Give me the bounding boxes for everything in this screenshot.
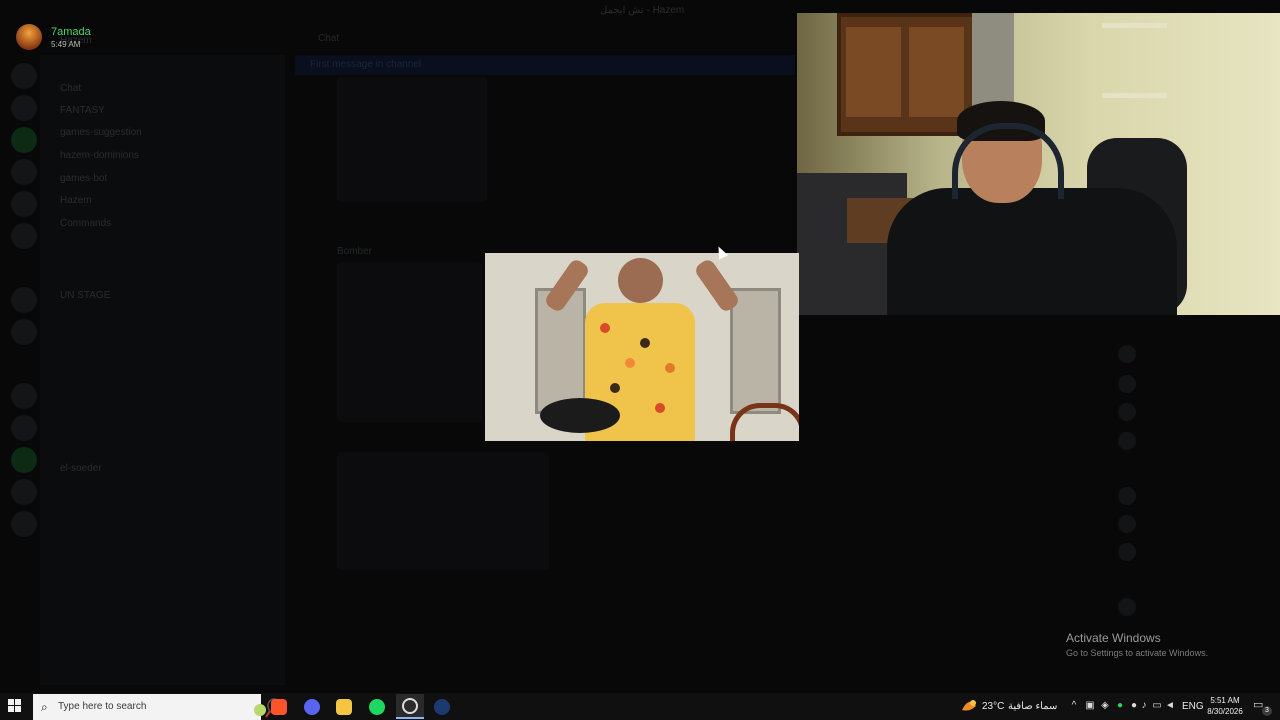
microphone-icon [540, 398, 620, 433]
channel-item[interactable]: games-bot [60, 173, 107, 184]
streamer-body [887, 188, 1177, 315]
channel-list: Hazem Chat FANTASY games-suggestion haze… [40, 35, 285, 685]
tray-app-icon[interactable]: ◈ [1099, 700, 1111, 712]
room-shelf [1102, 93, 1167, 98]
network-icon[interactable]: ▭ [1151, 700, 1163, 712]
server-icon[interactable] [11, 223, 37, 249]
window-title: تش ايجمل - Hazem [600, 5, 685, 16]
dancer-head [618, 258, 663, 303]
server-icon[interactable] [11, 95, 37, 121]
taskbar: ⌕ Type here to search 23°C سماء صافية ^ … [0, 693, 1280, 720]
taskbar-search[interactable]: ⌕ Type here to search [33, 694, 281, 720]
server-rail[interactable] [0, 55, 40, 675]
server-icon[interactable] [11, 319, 37, 345]
channel-header: Chat [318, 33, 340, 44]
notification-count: 3 [1262, 706, 1272, 716]
discord-icon[interactable] [298, 694, 326, 719]
gif-overlay [485, 253, 799, 441]
activate-windows-watermark: Activate Windows Go to Settings to activ… [1066, 631, 1208, 658]
weather-icon[interactable] [960, 698, 978, 714]
channel-item[interactable]: Chat [60, 83, 81, 94]
server-icon[interactable] [11, 415, 37, 441]
spotify-icon[interactable] [363, 694, 391, 719]
server-icon[interactable] [11, 287, 37, 313]
server-icon[interactable] [11, 63, 37, 89]
file-explorer-icon[interactable] [330, 694, 358, 719]
member-avatar[interactable] [1118, 403, 1136, 421]
obs-icon[interactable] [396, 694, 424, 719]
channel-item[interactable]: el-soeder [60, 463, 102, 474]
activate-title: Activate Windows [1066, 631, 1161, 645]
channel-banner: First message in channel [295, 55, 795, 75]
search-icon: ⌕ [41, 700, 48, 714]
member-avatar[interactable] [1118, 543, 1136, 561]
search-placeholder: Type here to search [58, 701, 147, 712]
channel-item[interactable]: Hazem [60, 195, 92, 206]
room-shelf [1102, 23, 1167, 28]
channel-item[interactable]: games-suggestion [60, 127, 142, 138]
channel-item[interactable]: FANTASY [60, 105, 105, 116]
clock-date: 8/30/2026 [1207, 707, 1243, 716]
channel-item[interactable]: UN STAGE [60, 290, 110, 301]
message-image[interactable] [337, 452, 549, 570]
server-icon[interactable] [11, 191, 37, 217]
background-chair [730, 403, 799, 441]
clock-time: 5:51 AM [1210, 696, 1240, 705]
member-list [1110, 315, 1280, 675]
message-author[interactable]: Bomber [337, 246, 372, 257]
server-icon[interactable] [11, 159, 37, 185]
channel-item[interactable]: Commands [60, 218, 111, 229]
member-avatar[interactable] [1118, 432, 1136, 450]
banner-text: First message in channel [310, 59, 422, 70]
message-image[interactable] [337, 77, 487, 202]
microphone-tray-icon[interactable]: ♪ [1138, 700, 1150, 712]
dancer-arm [693, 257, 741, 314]
steam-icon[interactable] [428, 694, 456, 719]
webcam-overlay [797, 13, 1280, 315]
weather-temp[interactable]: 23°C [982, 693, 1004, 720]
activate-subtitle: Go to Settings to activate Windows. [1066, 648, 1209, 658]
tray-app-icon[interactable]: ▣ [1084, 700, 1096, 712]
member-avatar[interactable] [1118, 487, 1136, 505]
member-avatar[interactable] [1118, 375, 1136, 393]
user-timestamp: 5:49 AM [51, 40, 81, 49]
user-avatar[interactable] [16, 24, 42, 50]
server-icon[interactable] [11, 383, 37, 409]
member-avatar[interactable] [1118, 598, 1136, 616]
taskbar-clock[interactable]: 5:51 AM 8/30/2026 [1200, 695, 1250, 717]
username[interactable]: 7amada [51, 26, 91, 38]
background-door [730, 288, 781, 414]
server-icon[interactable] [11, 479, 37, 505]
member-avatar[interactable] [1118, 345, 1136, 363]
weather-text[interactable]: سماء صافية [1008, 693, 1057, 720]
message-image[interactable] [337, 262, 482, 422]
chevron-up-icon[interactable]: ^ [1068, 700, 1080, 712]
spotify-tray-icon[interactable]: ● [1114, 700, 1126, 712]
server-icon[interactable] [11, 127, 37, 153]
server-icon[interactable] [11, 447, 37, 473]
windows-start-icon[interactable] [8, 699, 22, 713]
channel-item[interactable]: hazem-dominions [60, 150, 139, 161]
brave-icon[interactable] [265, 694, 293, 719]
speaker-icon[interactable]: ◄ [1164, 700, 1176, 712]
member-avatar[interactable] [1118, 515, 1136, 533]
server-icon[interactable] [11, 511, 37, 537]
